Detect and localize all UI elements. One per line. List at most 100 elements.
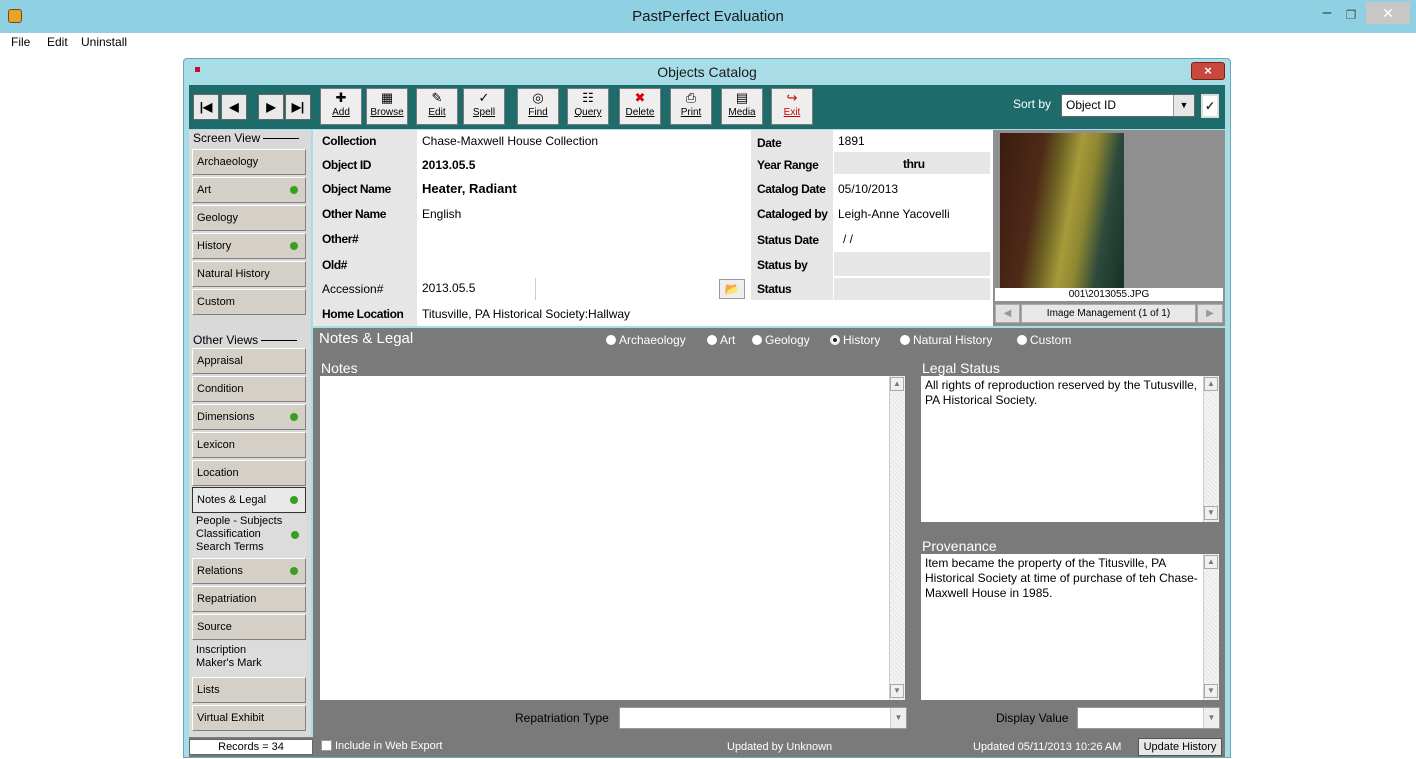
view-source[interactable]: Source xyxy=(192,614,306,640)
provenance-scrollbar[interactable] xyxy=(1203,554,1219,700)
next-record-button[interactable]: ▶ xyxy=(258,94,284,120)
display-value-label: Display Value xyxy=(996,711,1069,725)
cataloged-by-field[interactable]: Leigh-Anne Yacovelli xyxy=(838,207,950,221)
clipboard-check-icon[interactable]: ✓ xyxy=(1201,94,1219,118)
menu-uninstall[interactable]: Uninstall xyxy=(81,35,127,49)
display-value-select[interactable]: ▼ xyxy=(1077,707,1220,729)
view-lexicon[interactable]: Lexicon xyxy=(192,432,306,458)
radio-natural-history[interactable]: Natural History xyxy=(900,333,992,347)
image-management-button[interactable]: Image Management (1 of 1) xyxy=(1021,304,1196,323)
has-data-dot xyxy=(290,413,298,421)
view-notes-legal[interactable]: Notes & Legal xyxy=(192,487,306,513)
browse-button[interactable]: ▦ Browse xyxy=(366,88,408,125)
view-custom[interactable]: Custom xyxy=(192,289,306,315)
has-data-dot xyxy=(290,242,298,250)
scroll-up-icon[interactable]: ▲ xyxy=(1204,555,1218,569)
legal-status-textarea[interactable]: All rights of reproduction reserved by t… xyxy=(921,376,1205,522)
query-icon: ☷ xyxy=(582,90,594,105)
object-id-field[interactable]: 2013.05.5 xyxy=(422,158,475,172)
status-by-label: Status by xyxy=(757,258,808,272)
window-close-button[interactable]: × xyxy=(1191,62,1225,80)
scroll-down-icon[interactable]: ▼ xyxy=(1204,684,1218,698)
records-count: Records = 34 xyxy=(189,739,313,755)
scroll-up-icon[interactable]: ▲ xyxy=(1204,377,1218,391)
view-lists[interactable]: Lists xyxy=(192,677,306,703)
menu-file[interactable]: File xyxy=(11,35,30,49)
view-location[interactable]: Location xyxy=(192,460,306,486)
view-history[interactable]: History xyxy=(192,233,306,259)
restore-icon[interactable]: ❐ xyxy=(1340,6,1362,24)
media-button[interactable]: ▤ Media xyxy=(721,88,763,125)
view-virtual-exhibit[interactable]: Virtual Exhibit xyxy=(192,705,306,731)
view-geology[interactable]: Geology xyxy=(192,205,306,231)
notes-scrollbar[interactable] xyxy=(889,376,905,700)
prev-record-button[interactable]: ◀ xyxy=(221,94,247,120)
notes-textarea[interactable] xyxy=(320,376,890,700)
update-history-button[interactable]: Update History xyxy=(1138,738,1222,756)
minimize-icon[interactable]: – xyxy=(1316,5,1338,24)
repatriation-type-select[interactable]: ▼ xyxy=(619,707,907,729)
view-art[interactable]: Art xyxy=(192,177,306,203)
view-dimensions[interactable]: Dimensions xyxy=(192,404,306,430)
radio-history[interactable]: History xyxy=(830,333,880,347)
radio-icon xyxy=(900,335,910,345)
collection-field[interactable]: Chase-Maxwell House Collection xyxy=(422,134,598,148)
accession-field[interactable]: 2013.05.5 xyxy=(422,281,475,295)
web-export-checkbox[interactable]: Include in Web Export xyxy=(321,740,442,752)
scroll-down-icon[interactable]: ▼ xyxy=(1204,506,1218,520)
app-title: PastPerfect Evaluation xyxy=(632,8,784,25)
view-condition[interactable]: Condition xyxy=(192,376,306,402)
provenance-textarea[interactable]: Item became the property of the Titusvil… xyxy=(921,554,1205,700)
find-button[interactable]: ◎ Find xyxy=(517,88,559,125)
image-prev-button[interactable]: ◀ xyxy=(995,304,1020,323)
chevron-down-icon[interactable]: ▼ xyxy=(1173,95,1194,116)
status-box xyxy=(834,278,990,300)
radio-art[interactable]: Art xyxy=(707,333,735,347)
radio-geology[interactable]: Geology xyxy=(752,333,810,347)
view-natural-history[interactable]: Natural History xyxy=(192,261,306,287)
exit-button[interactable]: ↪ Exit xyxy=(771,88,813,125)
object-photo[interactable] xyxy=(1000,133,1124,288)
menu-edit[interactable]: Edit xyxy=(47,35,68,49)
radio-custom[interactable]: Custom xyxy=(1017,333,1071,347)
radio-archaeology[interactable]: Archaeology xyxy=(606,333,686,347)
view-appraisal[interactable]: Appraisal xyxy=(192,348,306,374)
updated-by: Updated by Unknown xyxy=(727,741,833,753)
status-date-label: Status Date xyxy=(757,233,819,247)
delete-button[interactable]: ✖ Delete xyxy=(619,88,661,125)
checkbox-icon xyxy=(321,740,332,751)
edit-button[interactable]: ✎ Edit xyxy=(416,88,458,125)
status-date-field[interactable]: / / xyxy=(843,232,853,246)
legal-status-scrollbar[interactable] xyxy=(1203,376,1219,522)
print-button[interactable]: ⎙ Print xyxy=(670,88,712,125)
scroll-down-icon[interactable]: ▼ xyxy=(890,684,904,698)
radio-icon xyxy=(1017,335,1027,345)
view-people-classification-search[interactable]: People - Subjects Classification Search … xyxy=(192,514,306,558)
spell-button[interactable]: ✓ Spell xyxy=(463,88,505,125)
view-archaeology[interactable]: Archaeology xyxy=(192,149,306,175)
divider xyxy=(535,278,536,300)
date-field[interactable]: 1891 xyxy=(838,134,865,148)
spell-icon: ✓ xyxy=(478,90,490,105)
image-next-button[interactable]: ▶ xyxy=(1197,304,1223,323)
other-name-field[interactable]: English xyxy=(422,207,461,221)
first-record-button[interactable]: |◀ xyxy=(193,94,219,120)
query-button[interactable]: ☷ Query xyxy=(567,88,609,125)
radio-icon xyxy=(606,335,616,345)
folder-icon[interactable]: 📂 xyxy=(719,279,745,299)
sort-by-label: Sort by xyxy=(1013,97,1052,111)
object-name-label: Object Name xyxy=(322,182,391,196)
view-inscription-makers-mark[interactable]: Inscription Maker's Mark xyxy=(192,641,306,676)
collection-label: Collection xyxy=(322,134,377,148)
home-location-field[interactable]: Titusville, PA Historical Society:Hallwa… xyxy=(422,307,630,321)
view-relations[interactable]: Relations xyxy=(192,558,306,584)
object-name-field[interactable]: Heater, Radiant xyxy=(422,181,517,196)
view-repatriation[interactable]: Repatriation xyxy=(192,586,306,612)
year-range-label: Year Range xyxy=(757,158,819,172)
catalog-date-field[interactable]: 05/10/2013 xyxy=(838,182,898,196)
add-button[interactable]: ✚ Add xyxy=(320,88,362,125)
close-icon[interactable]: ✕ xyxy=(1366,2,1410,24)
legal-status-label: Legal Status xyxy=(922,360,1000,376)
scroll-up-icon[interactable]: ▲ xyxy=(890,377,904,391)
last-record-button[interactable]: ▶| xyxy=(285,94,311,120)
